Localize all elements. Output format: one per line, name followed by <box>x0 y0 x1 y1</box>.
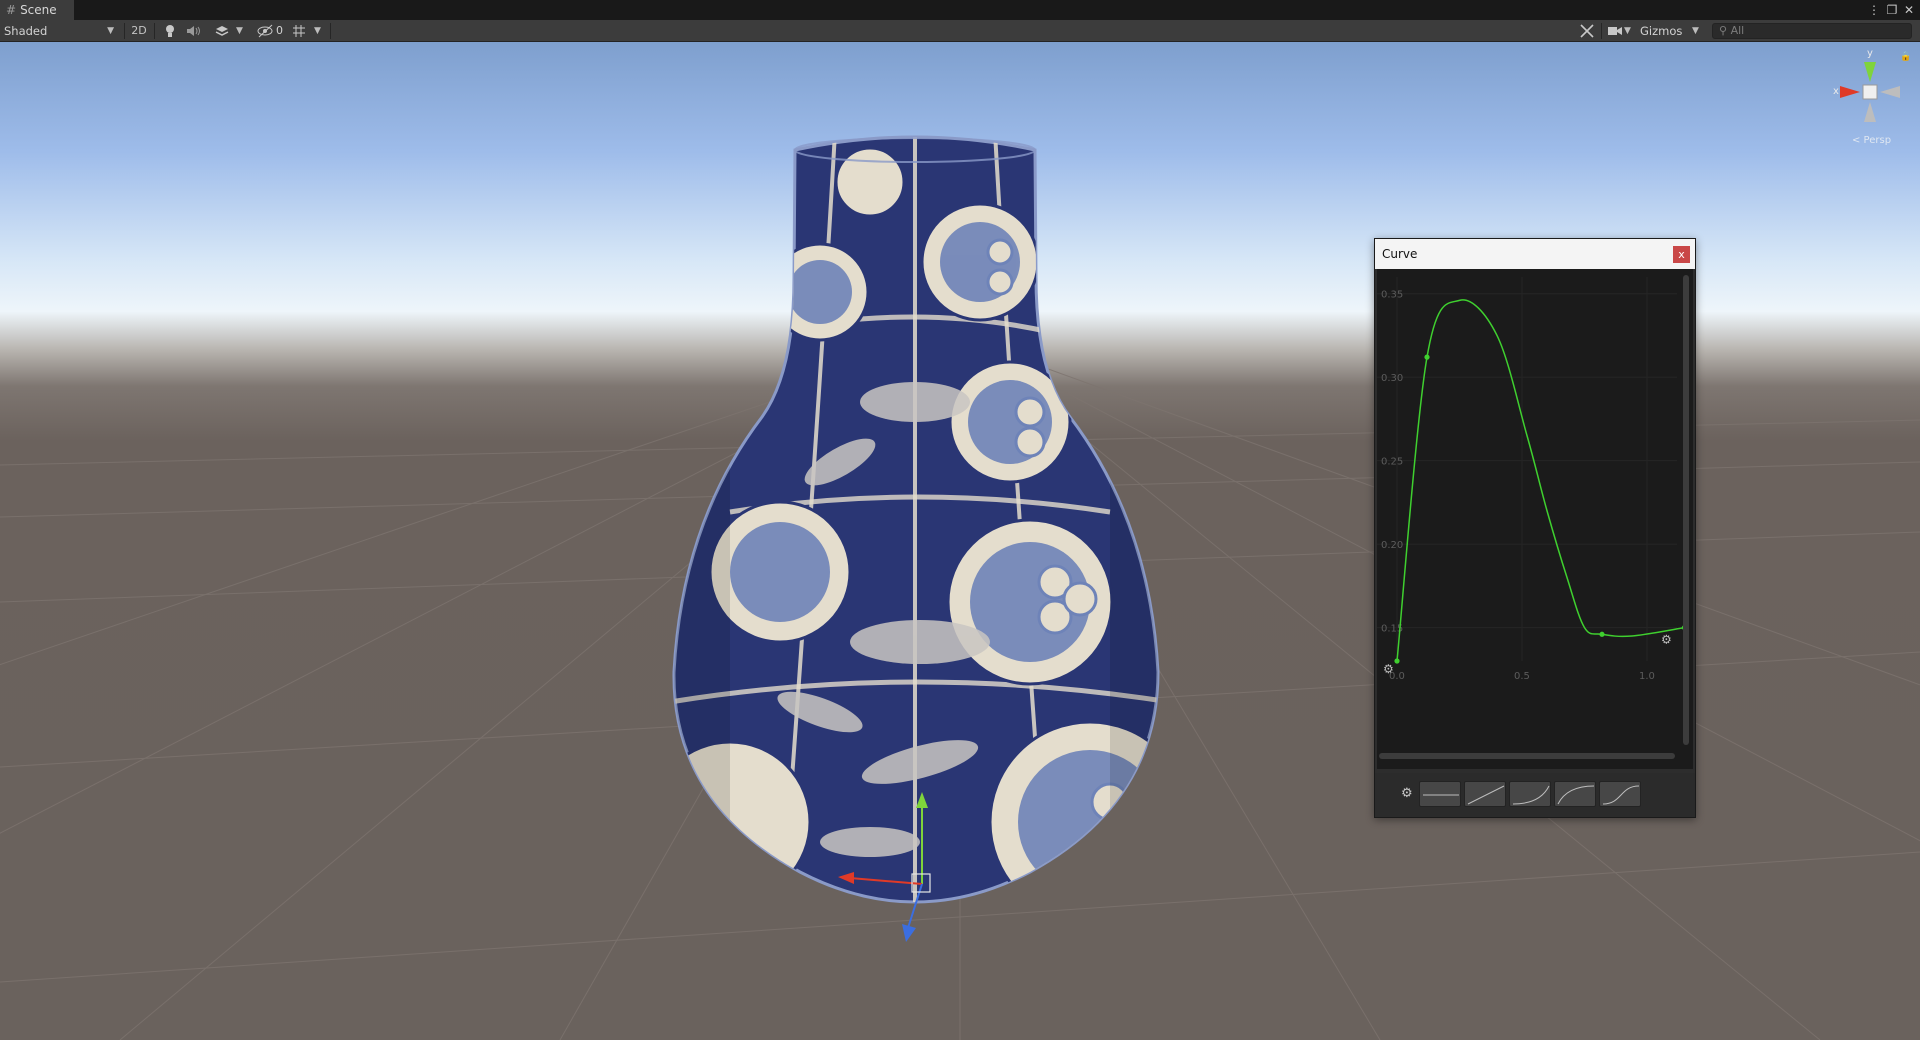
effects-dropdown-chevron-icon[interactable]: ▼ <box>236 22 248 40</box>
shading-mode-label: Shaded <box>4 24 48 38</box>
grid-icon[interactable] <box>290 22 308 40</box>
tab-bar: # Scene ⋮ ❐ ✕ <box>0 0 1920 20</box>
camera-icon[interactable] <box>1606 22 1624 40</box>
y-tick-label: 0.20 <box>1381 540 1403 551</box>
curve-chart[interactable]: 0.350.300.250.200.150.0 0.5 1.0⚙⚙ <box>1377 269 1693 769</box>
unity-scene-view: # Scene ⋮ ❐ ✕ Shaded ▼ 2D ▼ 0 ▼ ▼ Gizmos… <box>0 0 1920 1040</box>
search-icon: ⚲ <box>1719 24 1731 37</box>
scene-visibility-icon[interactable] <box>256 22 276 40</box>
move-tool-handle[interactable] <box>830 752 950 952</box>
pre-wrap-gear-icon[interactable]: ⚙ <box>1383 662 1394 676</box>
orientation-gizmo[interactable]: y x < Persp 🔒 <box>1820 42 1920 162</box>
effects-icon[interactable] <box>213 22 231 40</box>
preset-ease-in-out[interactable] <box>1599 781 1641 807</box>
divider <box>154 23 155 39</box>
hidden-objects-count: 0 <box>276 24 283 37</box>
presets-gear-icon[interactable]: ⚙ <box>1401 787 1413 801</box>
maximize-icon[interactable]: ❐ <box>1884 0 1900 20</box>
preset-ease-out[interactable] <box>1554 781 1596 807</box>
tab-scene-label: Scene <box>20 3 57 17</box>
curve-window-title[interactable]: Curve <box>1375 239 1695 269</box>
y-tick-label: 0.35 <box>1381 290 1403 301</box>
preset-ease-in[interactable] <box>1509 781 1551 807</box>
vertical-scrollbar[interactable] <box>1683 275 1689 745</box>
curve-title-label: Curve <box>1382 247 1418 261</box>
toggle-2d-button[interactable]: 2D <box>128 22 150 40</box>
horizontal-scrollbar[interactable] <box>1379 753 1675 759</box>
preset-linear[interactable] <box>1464 781 1506 807</box>
curve-plot-area[interactable]: 0.35 0.30 0.25 0.20 0.15 0.0 0.5 1.0 ⚙ ⚙ <box>1377 269 1693 769</box>
keyframe-point[interactable] <box>1424 354 1430 360</box>
lock-icon[interactable]: 🔒 <box>1900 52 1911 62</box>
lighting-icon[interactable] <box>161 22 179 40</box>
close-icon[interactable]: ✕ <box>1901 0 1917 20</box>
curve-series-line <box>1396 299 1685 662</box>
gizmo-x-label: x <box>1833 86 1839 97</box>
gizmo-y-label: y <box>1867 48 1873 59</box>
keyframe-point[interactable] <box>1599 631 1605 637</box>
divider <box>330 23 331 39</box>
chevron-down-icon: ▼ <box>107 26 114 36</box>
gizmos-button[interactable]: Gizmos <box>1640 22 1692 40</box>
divider <box>124 23 125 39</box>
gizmos-dropdown-chevron-icon[interactable]: ▼ <box>1692 22 1704 40</box>
scene-toolbar: Shaded ▼ 2D ▼ 0 ▼ ▼ Gizmos ▼ ⚲ All <box>0 20 1920 42</box>
scene-viewport[interactable]: y x < Persp 🔒 Curve x 0.35 0.30 0.25 0.20 0.… <box>0 42 1920 1040</box>
audio-icon[interactable] <box>184 22 202 40</box>
curve-editor-window[interactable]: Curve x 0.35 0.30 0.25 0.20 0.15 0.0 0.5 1.0 ⚙ ⚙ … <box>1374 238 1696 818</box>
tools-icon[interactable] <box>1578 22 1596 40</box>
search-input[interactable]: ⚲ All <box>1712 23 1912 39</box>
keyframe-point[interactable] <box>1394 658 1400 664</box>
x-tick-label: 0.5 <box>1514 671 1530 682</box>
post-wrap-gear-icon[interactable]: ⚙ <box>1661 633 1672 647</box>
scene-hash-icon: # <box>6 3 17 17</box>
window-menu-icon[interactable]: ⋮ <box>1866 0 1882 20</box>
tab-scene[interactable]: # Scene <box>0 0 74 20</box>
search-placeholder: All <box>1730 24 1745 37</box>
camera-dropdown-chevron-icon[interactable]: ▼ <box>1624 22 1636 40</box>
curve-close-button[interactable]: x <box>1673 246 1690 263</box>
y-tick-label: 0.25 <box>1381 457 1403 468</box>
x-tick-label: 1.0 <box>1639 671 1655 682</box>
divider <box>1601 23 1602 39</box>
grid-dropdown-chevron-icon[interactable]: ▼ <box>314 22 326 40</box>
shading-mode-dropdown[interactable]: Shaded ▼ <box>0 22 120 40</box>
y-tick-label: 0.30 <box>1381 373 1403 384</box>
projection-label[interactable]: < Persp <box>1852 135 1891 146</box>
curve-presets-bar: ⚙ <box>1375 773 1695 817</box>
preset-constant[interactable] <box>1419 781 1461 807</box>
